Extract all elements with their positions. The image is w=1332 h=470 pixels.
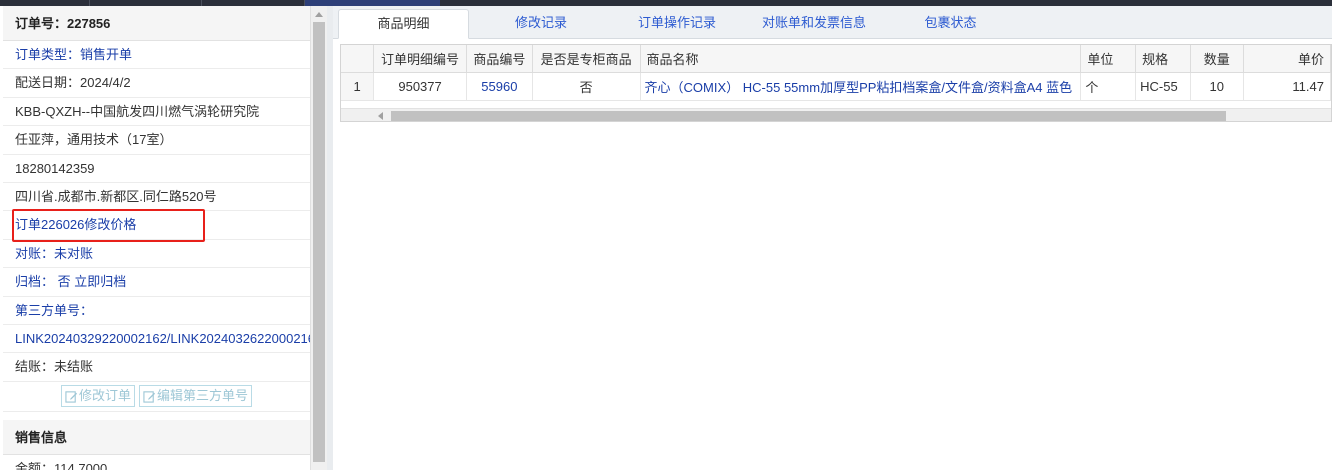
- column-header: [341, 45, 375, 73]
- column-header[interactable]: 单价: [1243, 45, 1331, 73]
- third-party-order-numbers[interactable]: LINK20240329220002162/LINK20240326220002…: [3, 325, 310, 354]
- counter-product-cell: 否: [532, 72, 641, 101]
- unit-cell: 个: [1080, 72, 1137, 101]
- order-type[interactable]: 订单类型：销售开单: [3, 41, 310, 70]
- product-grid: 订单明细编号 商品编号 是否是专柜商品 商品名称 单位 规格 数量 单价 1 9…: [340, 44, 1332, 122]
- price-change-link[interactable]: 订单226026修改价格: [3, 211, 310, 240]
- unit-price-cell: 11.47: [1243, 72, 1331, 101]
- row-number: 1: [341, 72, 375, 101]
- delivery-date: 配送日期：2024/4/2: [3, 69, 310, 98]
- contact-person: 任亚萍，通用技术（17室）: [3, 126, 310, 155]
- tab-statement-invoice[interactable]: 对账单和发票信息: [743, 9, 885, 39]
- column-header[interactable]: 商品名称: [640, 45, 1082, 73]
- edit-icon: [65, 390, 78, 403]
- edit-order-label: 修改订单: [78, 388, 131, 404]
- order-detail-area: 商品明细 修改记录 订单操作记录 对账单和发票信息 包裹状态 订单明细编号 商品…: [333, 6, 1332, 470]
- delivery-address: 四川省.成都市.新都区.同仁路520号: [3, 183, 310, 212]
- product-name-link[interactable]: 齐心（COMIX） HC-55 55mm加厚型PP粘扣档案盒/文件盒/资料盒A4…: [640, 72, 1082, 101]
- scrollbar-thumb[interactable]: [313, 22, 325, 462]
- edit-order-button[interactable]: 修改订单: [60, 385, 135, 408]
- column-header[interactable]: 数量: [1190, 45, 1244, 73]
- scroll-up-arrow-icon[interactable]: [315, 12, 323, 17]
- scrollbar-thumb[interactable]: [391, 111, 1226, 121]
- scroll-left-arrow-icon[interactable]: [378, 112, 383, 120]
- tab-package-status[interactable]: 包裹状态: [903, 9, 998, 39]
- column-header[interactable]: 是否是专柜商品: [532, 45, 641, 73]
- edit-third-party-button[interactable]: 编辑第三方单号: [139, 385, 253, 408]
- phone-number: 18280142359: [3, 155, 310, 183]
- left-panel-scrollbar[interactable]: [311, 6, 327, 470]
- column-header[interactable]: 单位: [1080, 45, 1137, 73]
- detail-id-cell: 950377: [373, 72, 467, 101]
- product-id-link[interactable]: 55960: [466, 72, 533, 101]
- table-row[interactable]: 1 950377 55960 否 齐心（COMIX） HC-55 55mm加厚型…: [341, 72, 1331, 101]
- edit-third-party-label: 编辑第三方单号: [157, 388, 249, 404]
- product-table: 订单明细编号 商品编号 是否是专柜商品 商品名称 单位 规格 数量 单价 1 9…: [341, 45, 1331, 101]
- tab-operation-log[interactable]: 订单操作记录: [619, 9, 735, 39]
- edit-icon: [143, 390, 156, 403]
- tab-product-details[interactable]: 商品明细: [338, 9, 469, 39]
- table-horizontal-scrollbar[interactable]: [341, 108, 1331, 121]
- order-info-panel: 订单号：227856 订单类型：销售开单 配送日期：2024/4/2 KBB-Q…: [3, 6, 311, 470]
- column-header[interactable]: 规格: [1135, 45, 1191, 73]
- column-header[interactable]: 商品编号: [466, 45, 533, 73]
- settlement-status: 结账：未结账: [3, 353, 310, 382]
- third-party-label: 第三方单号：: [3, 297, 310, 325]
- sales-amount: 金额：114.7000: [3, 455, 310, 470]
- column-header[interactable]: 订单明细编号: [373, 45, 467, 73]
- sales-info-title: 销售信息: [3, 419, 310, 455]
- customer-name: KBB-QXZH--中国航发四川燃气涡轮研究院: [3, 98, 310, 127]
- tab-change-log[interactable]: 修改记录: [483, 9, 599, 39]
- quantity-cell: 10: [1190, 72, 1244, 101]
- detail-tabs: 商品明细 修改记录 订单操作记录 对账单和发票信息 包裹状态: [333, 6, 1332, 39]
- spec-cell: HC-55: [1135, 72, 1191, 101]
- archive-status[interactable]: 归档： 否 立即归档: [3, 268, 310, 297]
- table-header-row: 订单明细编号 商品编号 是否是专柜商品 商品名称 单位 规格 数量 单价: [341, 45, 1331, 73]
- reconcile-status[interactable]: 对账：未对账: [3, 240, 310, 269]
- order-actions: 修改订单 编辑第三方单号: [3, 382, 310, 412]
- order-number-title: 订单号：227856: [3, 6, 310, 41]
